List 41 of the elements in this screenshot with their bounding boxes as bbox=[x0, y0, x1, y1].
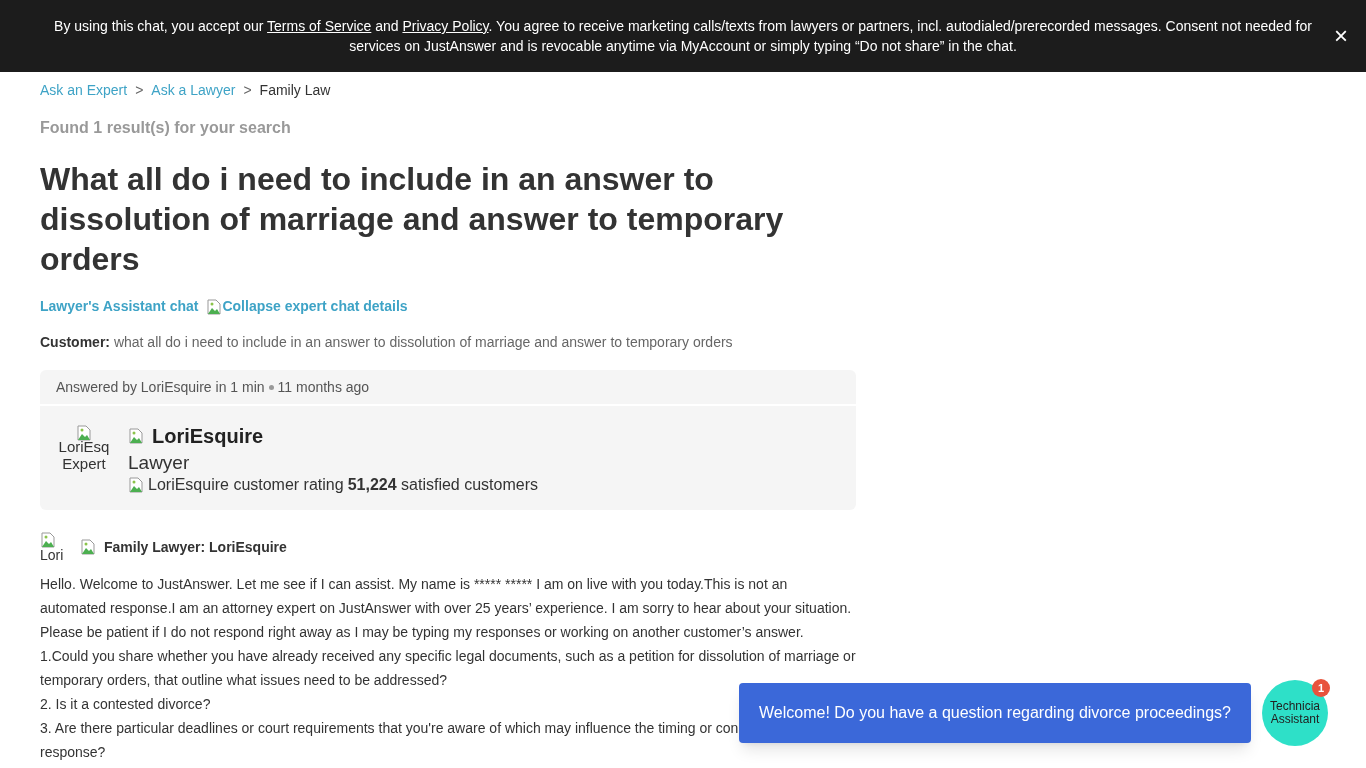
message-line: temporary orders, that outline what issues need to be addressed? bbox=[40, 671, 448, 690]
consent-text: By using this chat, you accept our Terms of Service and Privacy Policy. You agree to receive marketing calls/texts from lawyers or partners, incl. autodialed/prerecorded messages. Consent not needed for services on JustAnswer and is revocable anytime via MyAccount or simply typing “Do not share” in the chat. bbox=[53, 17, 1313, 56]
expert-name: LoriEsquire bbox=[152, 424, 264, 449]
broken-image-icon bbox=[80, 539, 96, 555]
breadcrumb-link[interactable]: Ask a Lawyer bbox=[151, 80, 236, 101]
answer-time: 11 months ago bbox=[277, 377, 370, 397]
message-line: Hello. Welcome to JustAnswer. Let me see if I can assist. My name is ***** ***** I am on live with you today.This is not an bbox=[40, 575, 788, 594]
breadcrumb-link[interactable]: Ask an Expert bbox=[40, 80, 128, 101]
broken-image-icon bbox=[206, 298, 223, 315]
avatar-alt-text: Technicia bbox=[1270, 700, 1320, 713]
customer-count: 51,224 satisfied customers bbox=[347, 475, 538, 495]
broken-image-icon bbox=[40, 532, 56, 549]
message-line: 1.Could you share whether you have already received any specific legal documents, such as a petition for dissolution of marriage or bbox=[40, 647, 856, 666]
author-avatar: Lori bbox=[40, 532, 72, 562]
breadcrumb-separator: > bbox=[135, 81, 144, 100]
expert-avatar: LoriEsq Expert bbox=[56, 421, 112, 473]
message-line: 3. Are there particular deadlines or court requirements that you're aware of which may influence the timing or con bbox=[40, 719, 739, 738]
collapse-link[interactable]: Collapse expert chat details bbox=[222, 296, 408, 317]
chat-link[interactable]: Lawyer's Assistant chat bbox=[40, 296, 199, 317]
policy-link[interactable]: Privacy Policy bbox=[402, 18, 489, 34]
popup-message: Welcome! Do you have a question regarding divorce proceedings? bbox=[759, 703, 1231, 723]
chat-popup[interactable]: Welcome! Do you have a question regarding divorce proceedings? bbox=[739, 683, 1251, 743]
rating-alt-text: LoriEsquire customer rating bbox=[148, 475, 344, 495]
broken-image-icon bbox=[128, 428, 144, 444]
breadcrumb-separator: > bbox=[243, 81, 252, 100]
message-line: 2. Is it a contested divorce? bbox=[40, 695, 211, 714]
customer-question: Customer: what all do i need to include in an answer to dissolution of marriage and answer to temporary orders bbox=[40, 333, 734, 352]
policy-link[interactable]: Terms of Service bbox=[267, 18, 372, 34]
author-name: Family Lawyer: LoriEsquire bbox=[104, 537, 287, 557]
expert-role: Lawyer bbox=[128, 451, 191, 475]
message-line: automated response.I am an attorney expert on JustAnswer with over 25 years’ experience. I am sorry to hear about your situation. bbox=[40, 599, 852, 618]
broken-image-icon bbox=[76, 425, 92, 442]
results-note: Found 1 result(s) for your search bbox=[40, 118, 292, 138]
question-title: What all do i need to include in an answer to dissolution of marriage and answer to temporary orders bbox=[40, 160, 785, 279]
avatar-alt-text: Assistant bbox=[1270, 713, 1320, 726]
notification-badge: 1 bbox=[1312, 679, 1330, 697]
message-line: response? bbox=[40, 743, 106, 762]
close-button[interactable]: × bbox=[1334, 24, 1348, 48]
broken-image-icon bbox=[128, 477, 144, 493]
message-line: Please be patient if I do not respond right away as I may be typing my responses or working on another customer’s answer. bbox=[40, 623, 804, 642]
answer-meta: Answered by LoriEsquire in 1 min bbox=[56, 377, 265, 397]
